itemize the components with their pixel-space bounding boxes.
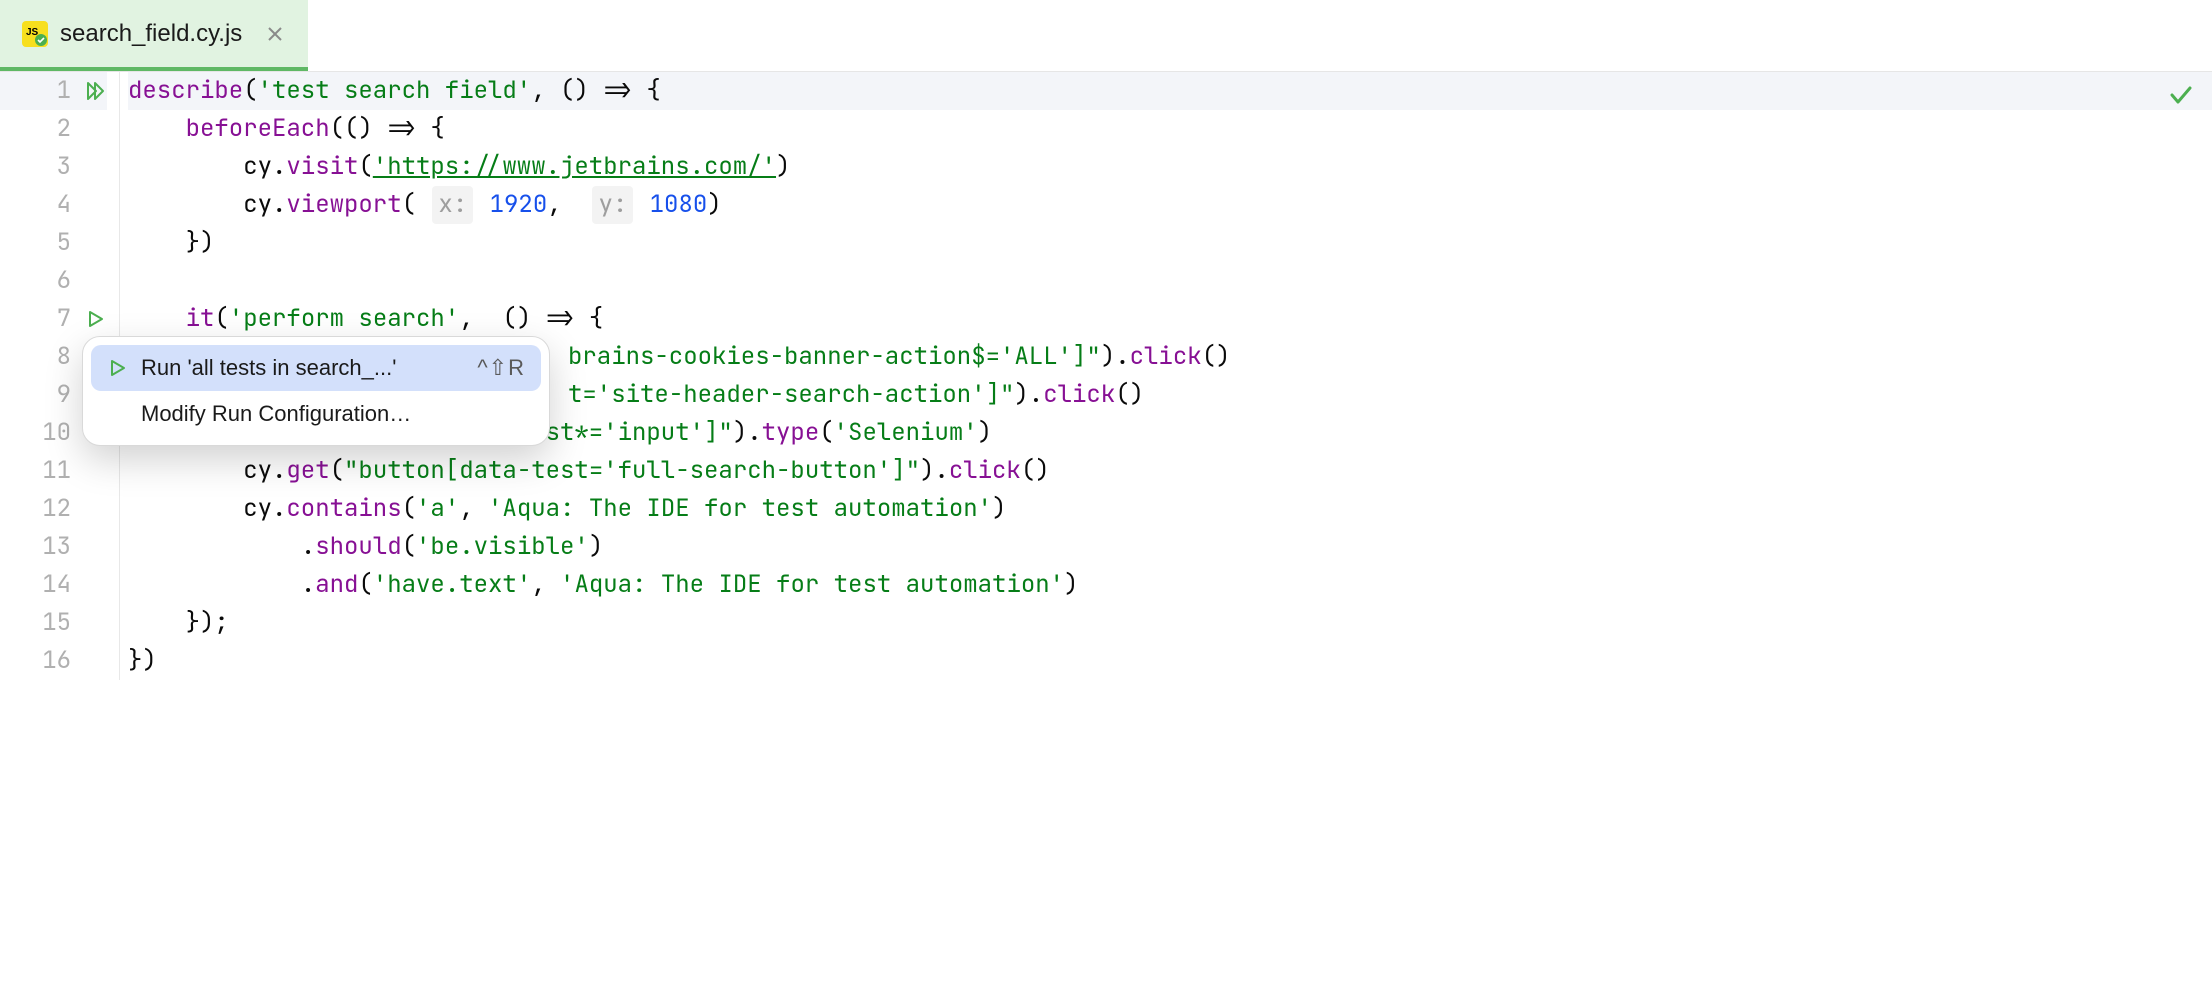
line-number: 6 (37, 262, 71, 300)
line-number: 5 (37, 224, 71, 262)
context-menu: Run 'all tests in search_...' ^⇧R Modify… (82, 336, 550, 446)
tab-filename: search_field.cy.js (60, 20, 242, 48)
menu-item-modify-config[interactable]: Modify Run Configuration… (91, 391, 541, 437)
code-line[interactable]: }) (128, 642, 2212, 680)
run-all-icon[interactable] (85, 80, 107, 102)
line-number: 11 (37, 452, 71, 490)
tab-active[interactable]: JS search_field.cy.js (0, 0, 308, 71)
code-line[interactable]: }) (128, 224, 2212, 262)
line-number: 8 (37, 338, 71, 376)
code-line[interactable]: cy.visit('https://www.jetbrains.com/') (128, 148, 2212, 186)
tab-bar: JS search_field.cy.js (0, 0, 2212, 72)
close-icon[interactable] (264, 23, 286, 45)
play-icon (107, 359, 129, 377)
code-line[interactable]: .should('be.visible') (128, 528, 2212, 566)
line-number: 3 (37, 148, 71, 186)
line-number: 1 (37, 72, 71, 110)
code-line[interactable]: cy.get("button[data-test='full-search-bu… (128, 452, 2212, 490)
line-number: 2 (37, 110, 71, 148)
line-number: 14 (37, 566, 71, 604)
menu-item-label: Modify Run Configuration… (141, 401, 525, 427)
code-line[interactable]: cy.viewport( x: 1920, y: 1080) (128, 186, 2212, 224)
line-number: 13 (37, 528, 71, 566)
check-ok-icon[interactable] (2168, 82, 2194, 120)
gutter-row[interactable]: 1 (0, 72, 107, 110)
line-number: 16 (37, 642, 71, 680)
menu-item-label: Run 'all tests in search_...' (141, 355, 465, 381)
code-line[interactable]: describe('test search field', () => { (128, 72, 2212, 110)
code-line[interactable]: }); (128, 604, 2212, 642)
line-number: 10 (37, 414, 71, 452)
code-line[interactable]: beforeEach(() => { (128, 110, 2212, 148)
line-number: 12 (37, 490, 71, 528)
code-line[interactable]: cy.contains('a', 'Aqua: The IDE for test… (128, 490, 2212, 528)
code-line[interactable]: .and('have.text', 'Aqua: The IDE for tes… (128, 566, 2212, 604)
run-icon[interactable] (85, 308, 107, 330)
code-line[interactable]: it('perform search', () => { (128, 300, 2212, 338)
line-number: 9 (37, 376, 71, 414)
menu-item-run-all[interactable]: Run 'all tests in search_...' ^⇧R (91, 345, 541, 391)
menu-item-shortcut: ^⇧R (477, 355, 525, 381)
js-file-icon: JS (22, 21, 48, 47)
line-number: 15 (37, 604, 71, 642)
code-line[interactable] (128, 262, 2212, 300)
line-number: 7 (37, 300, 71, 338)
gutter-row[interactable]: 7 (0, 300, 107, 338)
line-number: 4 (37, 186, 71, 224)
